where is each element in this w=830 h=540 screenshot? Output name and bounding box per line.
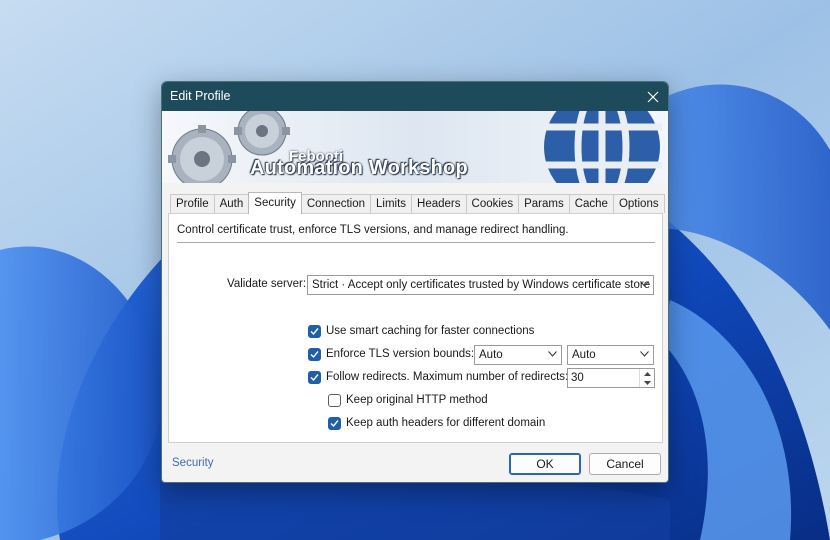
tls-min-select[interactable]: Auto — [474, 345, 562, 365]
tab-profile[interactable]: Profile — [170, 194, 215, 213]
stepper-up-button[interactable] — [640, 369, 654, 378]
panel-description: Control certificate trust, enforce TLS v… — [177, 224, 569, 236]
chevron-down-icon — [640, 281, 649, 287]
max-redirects-stepper[interactable]: 30 — [567, 368, 655, 388]
tab-connection[interactable]: Connection — [300, 194, 372, 213]
tab-params[interactable]: Params — [518, 194, 570, 213]
tls-max-select[interactable]: Auto — [567, 345, 654, 365]
follow-redirects-checkbox[interactable] — [308, 371, 321, 384]
checkmark-icon — [310, 351, 319, 359]
security-panel: Control certificate trust, enforce TLS v… — [168, 213, 663, 443]
tab-auth[interactable]: Auth — [213, 194, 250, 213]
tls-bounds-checkbox[interactable] — [308, 348, 321, 361]
stepper-down-button[interactable] — [640, 378, 654, 387]
checkmark-icon — [310, 328, 319, 336]
brand-large-text: Automation Workshop — [250, 157, 468, 179]
validate-server-label: Validate server: — [227, 278, 307, 290]
window-title: Edit Profile — [170, 89, 231, 103]
tls-min-value: Auto — [479, 349, 503, 361]
product-banner: Febooti Automation Workshop — [162, 111, 668, 183]
cancel-button[interactable]: Cancel — [589, 453, 661, 475]
keep-http-method-checkbox[interactable] — [328, 394, 341, 407]
tab-bar: Profile Auth Security Connection Limits … — [170, 192, 665, 214]
chevron-down-icon — [640, 351, 649, 357]
keep-http-method-label: Keep original HTTP method — [346, 394, 488, 406]
tab-headers[interactable]: Headers — [411, 194, 467, 213]
tls-max-value: Auto — [572, 349, 596, 361]
validate-server-select[interactable]: Strict · Accept only certificates truste… — [307, 275, 654, 295]
follow-redirects-label: Follow redirects. Maximum number of redi… — [326, 371, 569, 383]
close-button[interactable] — [638, 82, 668, 111]
chevron-down-icon — [548, 351, 557, 357]
max-redirects-value: 30 — [571, 372, 584, 384]
tab-options[interactable]: Options — [612, 194, 665, 213]
tab-cache[interactable]: Cache — [568, 194, 614, 213]
tab-cookies[interactable]: Cookies — [465, 194, 520, 213]
stepper-arrows — [639, 369, 654, 387]
tls-bounds-label: Enforce TLS version bounds: — [326, 348, 475, 360]
arrow-up-icon — [643, 371, 651, 376]
checkmark-icon — [330, 420, 339, 428]
edit-profile-dialog: Edit Profile Febooti Automation Workshop… — [161, 81, 669, 483]
smart-caching-checkbox[interactable] — [308, 325, 321, 338]
validate-server-value: Strict · Accept only certificates truste… — [312, 279, 651, 291]
divider — [177, 242, 655, 243]
tab-limits[interactable]: Limits — [370, 194, 413, 213]
keep-auth-headers-label: Keep auth headers for different domain — [346, 417, 546, 429]
title-bar: Edit Profile — [162, 82, 668, 111]
close-icon — [647, 91, 659, 102]
tab-security[interactable]: Security — [248, 192, 302, 214]
smart-caching-label: Use smart caching for faster connections — [326, 325, 535, 337]
checkmark-icon — [310, 374, 319, 382]
arrow-down-icon — [643, 380, 651, 385]
help-link[interactable]: Security — [172, 457, 214, 469]
keep-auth-headers-checkbox[interactable] — [328, 417, 341, 430]
ok-button[interactable]: OK — [509, 453, 581, 475]
